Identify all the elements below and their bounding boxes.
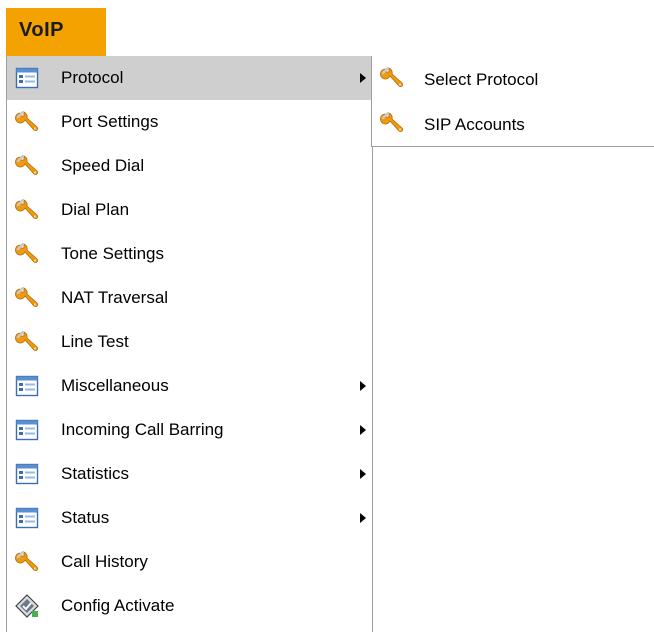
activate-icon [11,590,43,622]
menu-item-line-test[interactable]: Line Test [7,320,372,364]
voip-dropdown-menu: Protocol Port Settings Speed Dial Dial P… [6,56,373,632]
submenu-arrow-icon [360,469,366,479]
menu-item-label: Tone Settings [61,244,165,263]
submenu-item-sip-accounts[interactable]: SIP Accounts [372,101,654,146]
list-icon [11,502,43,534]
menu-item-status[interactable]: Status [7,496,372,540]
menu-item-label: Config Activate [61,596,175,615]
submenu-arrow-icon [360,425,366,435]
menu-item-dial-plan[interactable]: Dial Plan [7,188,372,232]
wrench-icon [11,106,43,138]
wrench-icon [376,107,408,139]
voip-menu-tab-label: VoIP [19,19,64,41]
menu-item-label: Protocol [61,68,124,87]
menu-item-label: Speed Dial [61,156,145,175]
submenu-arrow-icon [360,381,366,391]
list-icon [11,414,43,446]
wrench-icon [11,282,43,314]
menu-item-port-settings[interactable]: Port Settings [7,100,372,144]
submenu-item-label: SIP Accounts [424,115,525,134]
menu-item-label: Statistics [61,464,130,483]
wrench-icon [11,238,43,270]
menu-item-call-history[interactable]: Call History [7,540,372,584]
menu-item-label: Port Settings [61,112,159,131]
wrench-icon [11,150,43,182]
menu-item-label: Status [61,508,110,527]
submenu-arrow-icon [360,513,366,523]
menu-item-statistics[interactable]: Statistics [7,452,372,496]
menu-item-speed-dial[interactable]: Speed Dial [7,144,372,188]
menu-item-label: Line Test [61,332,129,351]
wrench-icon [11,326,43,358]
list-icon [11,370,43,402]
voip-menu-tab[interactable]: VoIP [6,8,106,56]
list-icon [11,62,43,94]
menu-item-label: NAT Traversal [61,288,169,307]
menu-item-label: Incoming Call Barring [61,420,224,439]
menu-item-label: Dial Plan [61,200,130,219]
menu-item-protocol[interactable]: Protocol [7,56,372,100]
menu-item-label: Call History [61,552,148,571]
menu-item-miscellaneous[interactable]: Miscellaneous [7,364,372,408]
menu-item-label: Miscellaneous [61,376,169,395]
wrench-icon [11,546,43,578]
submenu-item-label: Select Protocol [424,70,539,89]
content-area [373,147,654,632]
protocol-submenu: Select Protocol SIP Accounts [371,56,654,147]
submenu-item-select-protocol[interactable]: Select Protocol [372,56,654,101]
menu-item-config-activate[interactable]: Config Activate [7,584,372,628]
menu-item-nat-traversal[interactable]: NAT Traversal [7,276,372,320]
list-icon [11,458,43,490]
menu-item-incoming-call-barring[interactable]: Incoming Call Barring [7,408,372,452]
wrench-icon [11,194,43,226]
submenu-arrow-icon [360,73,366,83]
menu-item-tone-settings[interactable]: Tone Settings [7,232,372,276]
wrench-icon [376,62,408,94]
